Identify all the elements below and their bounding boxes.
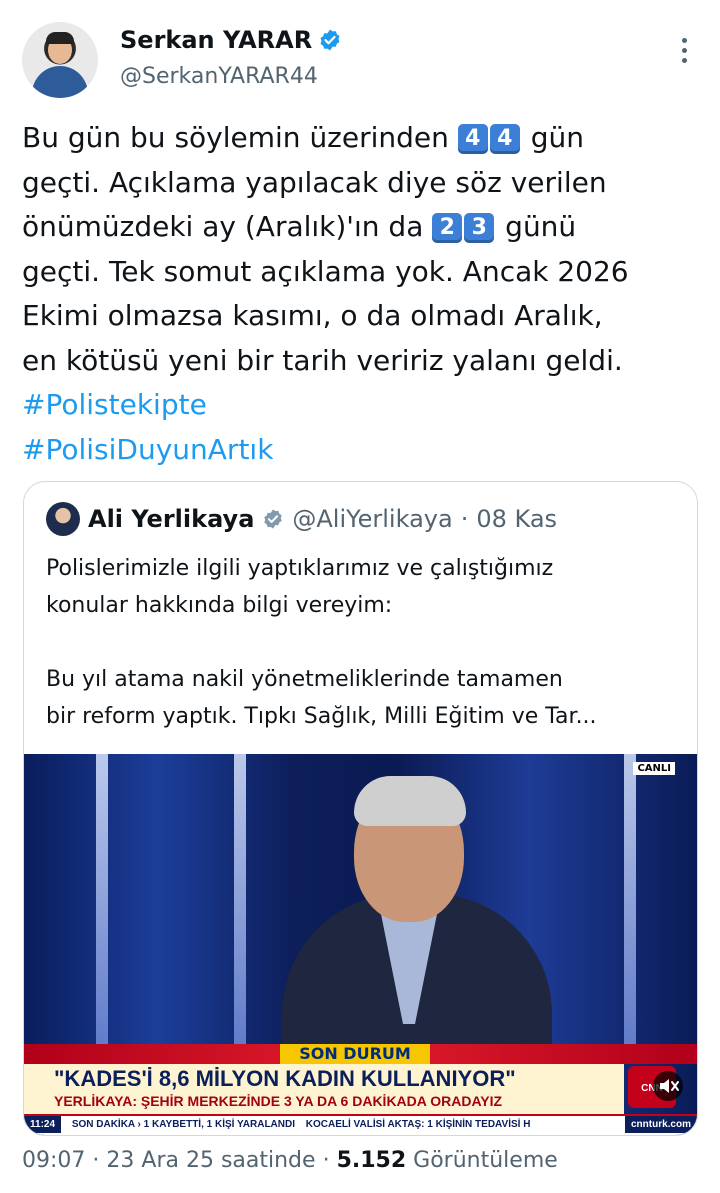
studio-light bbox=[624, 754, 636, 1054]
hashtag-link[interactable]: #Polistekipte bbox=[22, 383, 706, 428]
tweet-text: Bu gün bu söylemin üzerinden 44 gün geçt… bbox=[22, 116, 706, 472]
quoted-author-handle[interactable]: @AliYerlikaya bbox=[292, 505, 452, 533]
quoted-line: Bu yıl atama nakil yönetmeliklerinde tam… bbox=[46, 667, 563, 692]
post-date[interactable]: 23 Ara 25 saatinde bbox=[106, 1148, 315, 1173]
view-count: 5.152 bbox=[336, 1148, 407, 1173]
author-handle[interactable]: @SerkanYARAR44 bbox=[120, 64, 318, 89]
separator-dot: · bbox=[92, 1148, 100, 1173]
separator-dot: · bbox=[322, 1148, 330, 1173]
verified-badge-icon bbox=[320, 29, 340, 51]
news-headline: "KADES'İ 8,6 MİLYON KADIN KULLANIYOR" bbox=[54, 1066, 516, 1091]
quoted-line: bir reform yaptık. Tıpkı Sağlık, Milli E… bbox=[46, 704, 597, 729]
tweet-line: en kötüsü yeni bir tarih veririz yalanı … bbox=[22, 343, 623, 377]
quoted-tweet-text: Polislerimizle ilgili yaptıklarımız ve ç… bbox=[46, 550, 686, 735]
keycap-digit-icon: 3 bbox=[464, 213, 495, 243]
tweet-line: geçti. Açıklama yapılacak diye söz veril… bbox=[22, 165, 607, 199]
ticker-site: cnnturk.com bbox=[624, 1116, 697, 1133]
news-ticker: 11:24 SON DAKİKA › 1 KAYBETTİ, 1 KİŞİ YA… bbox=[24, 1114, 697, 1135]
video-thumbnail[interactable]: CANLI SON DURUM "KADES'İ 8,6 MİLYON KADI… bbox=[24, 754, 697, 1135]
tweet-line: Bu gün bu söylemin üzerinden 44 gün bbox=[22, 121, 584, 154]
tweet-line: Ekimi olmazsa kasımı, o da olmadı Aralık… bbox=[22, 299, 603, 332]
quoted-author-name[interactable]: Ali Yerlikaya bbox=[88, 505, 254, 533]
studio-light bbox=[96, 754, 108, 1054]
keycap-digit-icon: 4 bbox=[489, 124, 520, 154]
verified-badge-icon bbox=[264, 509, 283, 529]
quoted-tweet[interactable]: Ali Yerlikaya @AliYerlikaya · 08 Kas Pol… bbox=[23, 481, 698, 1136]
ticker-time: 11:24 bbox=[24, 1116, 62, 1133]
tweet-line: geçti. Tek somut açıklama yok. Ancak 202… bbox=[22, 254, 629, 288]
more-options-icon[interactable] bbox=[680, 38, 688, 68]
author-avatar[interactable] bbox=[22, 22, 98, 98]
live-badge: CANLI bbox=[633, 762, 675, 775]
tweet-line: önümüzdeki ay (Aralık)'ın da 23 günü bbox=[22, 210, 577, 243]
author-name[interactable]: Serkan YARAR bbox=[120, 26, 312, 54]
keycap-digit-icon: 4 bbox=[457, 124, 488, 154]
quoted-tweet-date[interactable]: 08 Kas bbox=[476, 505, 557, 533]
hashtag-link[interactable]: #PolisiDuyunArtık bbox=[22, 428, 706, 473]
author-name-row: Serkan YARAR bbox=[120, 26, 342, 54]
ticker-item: SON DAKİKA › 1 KAYBETTİ, 1 KİŞİ YARALAND… bbox=[71, 1119, 295, 1130]
studio-light bbox=[234, 754, 246, 1054]
keycap-digit-icon: 2 bbox=[432, 213, 463, 243]
ticker-item: KOCAELİ VALİSİ AKTAŞ: 1 KİŞİNİN TEDAVİSİ… bbox=[305, 1119, 531, 1130]
news-subheadline: YERLİKAYA: ŞEHİR MERKEZİNDE 3 YA DA 6 DA… bbox=[54, 1093, 503, 1109]
quoted-author-avatar[interactable] bbox=[46, 502, 80, 536]
tweet-header: Serkan YARAR @SerkanYARAR44 bbox=[22, 22, 698, 102]
post-time[interactable]: 09:07 bbox=[22, 1148, 85, 1173]
quoted-line: konular hakkında bilgi vereyim: bbox=[46, 593, 393, 618]
quoted-line: Polislerimizle ilgili yaptıklarımız ve ç… bbox=[46, 556, 554, 581]
person-hair bbox=[354, 776, 466, 826]
speaker-muted-icon[interactable] bbox=[652, 1070, 684, 1102]
quoted-tweet-header: Ali Yerlikaya @AliYerlikaya · 08 Kas bbox=[46, 502, 557, 536]
tweet-footer: 09:07 · 23 Ara 25 saatinde · 5.152 Görün… bbox=[22, 1148, 558, 1173]
breaking-label: SON DURUM bbox=[280, 1044, 430, 1064]
view-label: Görüntüleme bbox=[413, 1148, 558, 1173]
separator-dot: · bbox=[460, 505, 469, 533]
